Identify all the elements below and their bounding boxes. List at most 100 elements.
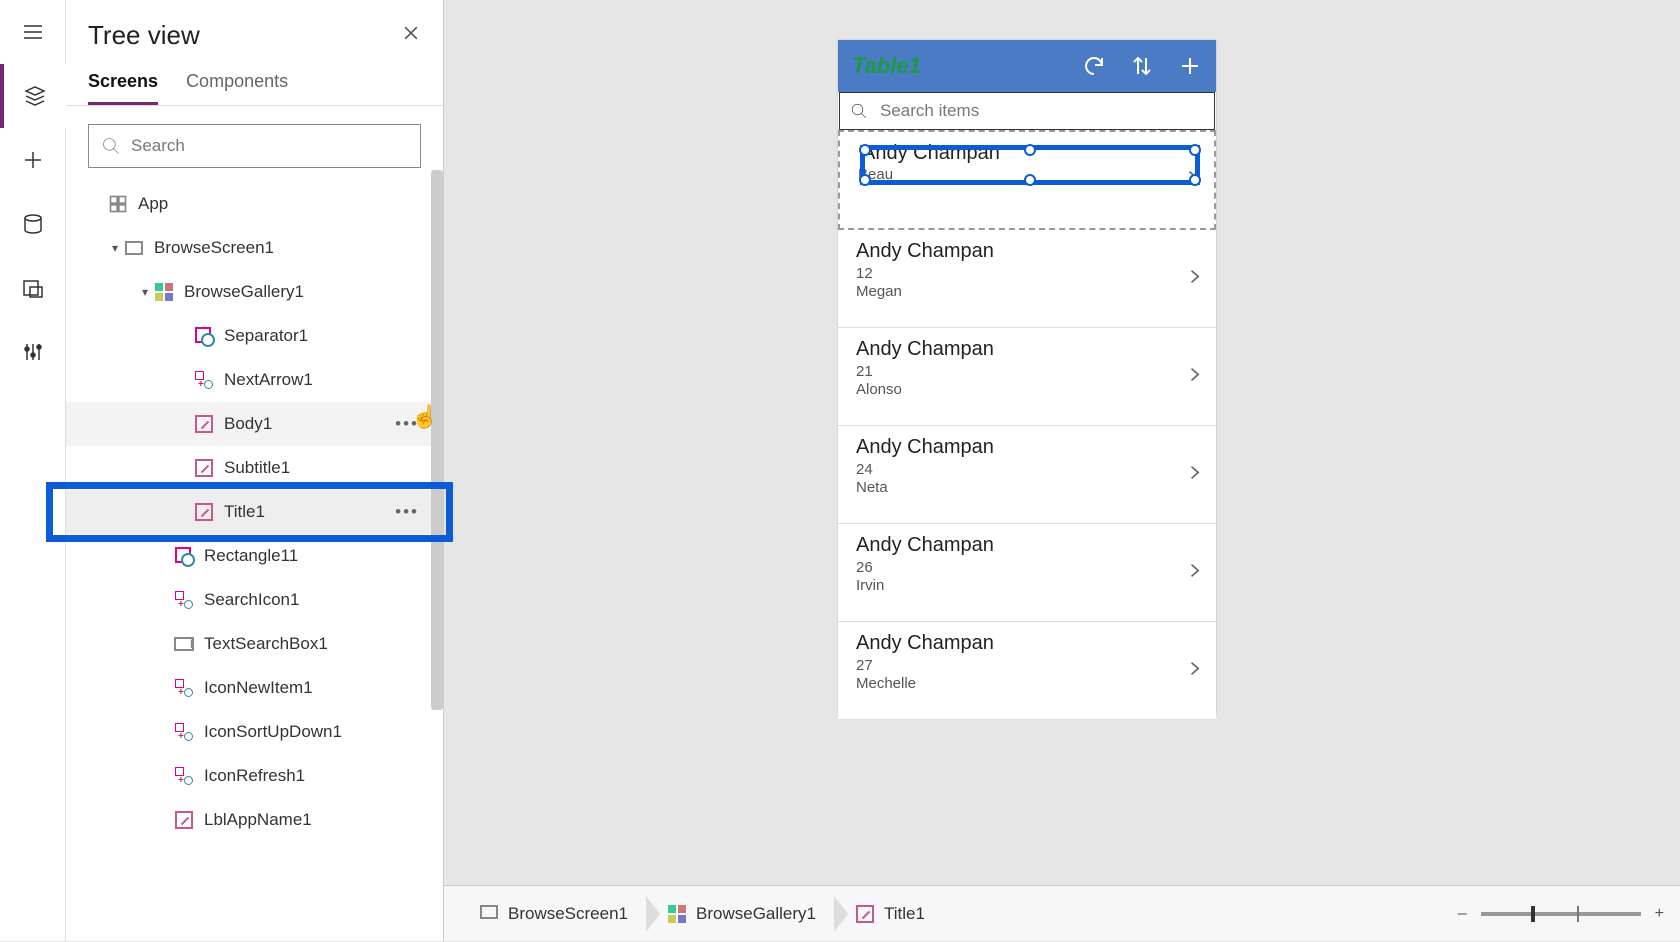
- node-icon: +: [174, 590, 194, 610]
- node-icon: +: [174, 722, 194, 742]
- tree-node-LblAppName1[interactable]: LblAppName1: [66, 798, 443, 842]
- zoom-out-button[interactable]: –: [1458, 905, 1467, 923]
- item-subtitle: 24: [856, 461, 1202, 478]
- breadcrumb: BrowseScreen1 BrowseGallery1 Title1.crumb:…: [460, 886, 945, 942]
- zoom-controls: – +: [1458, 905, 1664, 923]
- item-body: Mechelle: [856, 675, 1202, 692]
- zoom-slider[interactable]: [1481, 912, 1641, 916]
- item-title: Andy Champan: [856, 534, 1202, 557]
- gallery-item[interactable]: Andy ChampanBeau: [838, 130, 1216, 230]
- tree-node-BrowseScreen1[interactable]: ▾ BrowseScreen1: [66, 226, 443, 270]
- node-label: BrowseScreen1: [154, 238, 274, 258]
- node-label: IconSortUpDown1: [204, 722, 342, 742]
- tab-components[interactable]: Components: [186, 71, 288, 105]
- app-search-placeholder: Search items: [880, 101, 979, 121]
- item-body: Irvin: [856, 577, 1202, 594]
- tree-node-Rectangle11[interactable]: Rectangle11: [66, 534, 443, 578]
- tree-node-App[interactable]: App: [66, 182, 443, 226]
- node-label: Subtitle1: [224, 458, 290, 478]
- browse-gallery: Andy ChampanBeauAndy Champan12MeganAndy …: [838, 130, 1216, 720]
- panel-title: Tree view: [88, 20, 200, 51]
- gallery-item[interactable]: Andy Champan21Alonso: [838, 328, 1216, 426]
- node-icon: +: [174, 766, 194, 786]
- tab-screens[interactable]: Screens: [88, 71, 158, 105]
- media-icon[interactable]: [0, 256, 66, 320]
- zoom-in-button[interactable]: +: [1655, 905, 1664, 923]
- chevron-right-icon[interactable]: [1184, 658, 1204, 683]
- more-icon[interactable]: •••: [395, 414, 419, 434]
- search-icon: [101, 136, 121, 156]
- advanced-icon[interactable]: [0, 320, 66, 384]
- node-icon: [174, 634, 194, 654]
- breadcrumb-label: BrowseGallery1: [696, 904, 816, 924]
- gallery-item[interactable]: Andy Champan 24Neta: [838, 426, 1216, 524]
- hamburger-icon[interactable]: [0, 0, 66, 64]
- tree: App ▾ BrowseScreen1 ▾ BrowseGallery1 Separato…: [66, 180, 443, 842]
- chevron-right-icon[interactable]: [1184, 462, 1204, 487]
- node-label: IconRefresh1: [204, 766, 305, 786]
- close-icon[interactable]: [401, 23, 421, 48]
- chevron-down-icon[interactable]: ▾: [106, 241, 124, 255]
- tree-view-icon[interactable]: [0, 64, 66, 128]
- node-icon: +: [174, 678, 194, 698]
- breadcrumb-Title1[interactable]: Title1.crumb:last-child::after{display:n…: [836, 886, 945, 942]
- app-header: Table1: [838, 40, 1216, 92]
- chevron-down-icon[interactable]: ▾: [136, 285, 154, 299]
- breadcrumb-BrowseGallery1[interactable]: BrowseGallery1: [648, 886, 836, 942]
- chevron-right-icon[interactable]: [1184, 364, 1204, 389]
- more-icon[interactable]: •••: [395, 502, 419, 522]
- node-label: Title1: [224, 502, 265, 522]
- breadcrumb-icon: [856, 905, 874, 923]
- insert-icon[interactable]: [0, 128, 66, 192]
- item-title: Andy Champan: [856, 632, 1202, 655]
- node-icon: [154, 282, 174, 302]
- item-body: Megan: [856, 283, 1202, 300]
- search-icon: [850, 102, 868, 120]
- tree-node-SearchIcon1[interactable]: +SearchIcon1: [66, 578, 443, 622]
- gallery-item[interactable]: Andy Champan 27Mechelle: [838, 622, 1216, 720]
- tree-node-IconNewItem1[interactable]: +IconNewItem1: [66, 666, 443, 710]
- app-preview: Table1 Search items Andy ChampanBeauAndy…: [838, 40, 1216, 714]
- add-icon[interactable]: [1178, 54, 1202, 78]
- app-search-input[interactable]: Search items: [839, 92, 1215, 130]
- node-label: Separator1: [224, 326, 308, 346]
- node-label: TextSearchBox1: [204, 634, 328, 654]
- tree-node-IconRefresh1[interactable]: + IconRefresh1: [66, 754, 443, 798]
- gallery-item[interactable]: Andy Champan 26Irvin: [838, 524, 1216, 622]
- data-icon[interactable]: [0, 192, 66, 256]
- tree-search-input[interactable]: Search: [88, 124, 421, 168]
- selection-box[interactable]: [860, 145, 1200, 185]
- item-title: Andy Champan: [856, 436, 1202, 459]
- tree-node-IconSortUpDown1[interactable]: + IconSortUpDown1: [66, 710, 443, 754]
- item-subtitle: 21: [856, 363, 1202, 380]
- gallery-item[interactable]: Andy Champan12Megan: [838, 230, 1216, 328]
- item-body: Neta: [856, 479, 1202, 496]
- tree-node-Subtitle1[interactable]: Subtitle1: [66, 446, 443, 490]
- node-label: BrowseGallery1: [184, 282, 304, 302]
- item-subtitle: 27: [856, 657, 1202, 674]
- tree-scrollbar[interactable]: [431, 170, 443, 710]
- tree-node-Separator1[interactable]: Separator1: [66, 314, 443, 358]
- node-label: App: [138, 194, 168, 214]
- tree-node-TextSearchBox1[interactable]: TextSearchBox1: [66, 622, 443, 666]
- node-label: Rectangle11: [204, 546, 298, 566]
- tree-node-NextArrow1[interactable]: +NextArrow1: [66, 358, 443, 402]
- node-icon: [108, 194, 128, 214]
- tree-node-Title1[interactable]: Title1 •••: [66, 490, 443, 534]
- breadcrumb-BrowseScreen1[interactable]: BrowseScreen1: [460, 886, 648, 942]
- breadcrumb-label: BrowseScreen1: [508, 904, 628, 924]
- node-label: LblAppName1: [204, 810, 312, 830]
- chevron-right-icon[interactable]: [1184, 560, 1204, 585]
- node-icon: +: [194, 370, 214, 390]
- node-label: Body1: [224, 414, 272, 434]
- chevron-right-icon[interactable]: [1184, 266, 1204, 291]
- item-title: Andy Champan: [856, 240, 1202, 263]
- tree-node-BrowseGallery1[interactable]: ▾ BrowseGallery1: [66, 270, 443, 314]
- node-icon: [194, 458, 214, 478]
- sort-icon[interactable]: [1130, 54, 1154, 78]
- refresh-icon[interactable]: [1082, 54, 1106, 78]
- item-subtitle: 26: [856, 559, 1202, 576]
- tree-node-Body1[interactable]: Body1 •••: [66, 402, 443, 446]
- app-title: Table1: [852, 53, 921, 79]
- node-icon: [194, 326, 214, 346]
